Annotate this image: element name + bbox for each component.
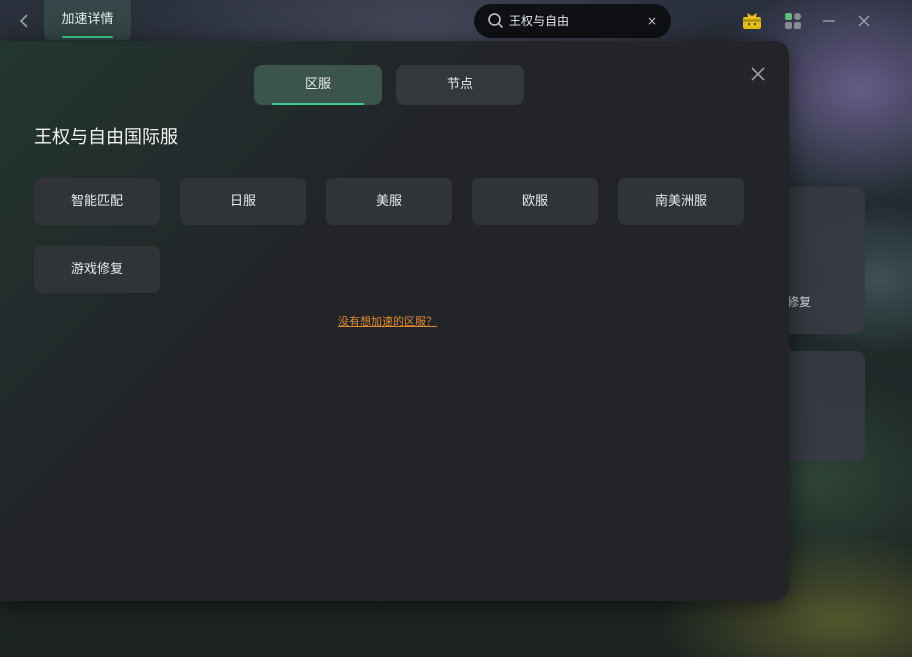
minimize-icon[interactable] (822, 14, 836, 28)
gift-icon[interactable] (741, 10, 763, 32)
server-select-modal: 区服 节点 王权与自由国际服 智能匹配 日服 美服 欧服 南美洲服 游戏修复 没… (0, 41, 789, 601)
search-clear-button[interactable]: × (647, 4, 657, 38)
tab-node-label: 节点 (446, 77, 473, 92)
tab-underline (62, 36, 113, 38)
region-button-eu[interactable]: 欧服 (472, 178, 598, 225)
tab-node[interactable]: 节点 (396, 65, 524, 105)
tab-region[interactable]: 区服 (254, 65, 382, 105)
background-card-text: 修复 (787, 295, 812, 309)
tab-accelerate-details[interactable]: 加速详情 (44, 0, 131, 40)
active-tab-indicator (272, 103, 364, 105)
search-input[interactable]: 王权与自由 (509, 4, 569, 38)
game-repair-button[interactable]: 游戏修复 (34, 246, 160, 293)
chevron-left-icon (19, 14, 28, 28)
region-button-smart[interactable]: 智能匹配 (34, 178, 160, 225)
missing-region-link[interactable]: 没有想加速的区服？ (338, 313, 437, 329)
close-icon[interactable] (749, 65, 767, 83)
search-icon (488, 13, 504, 29)
region-button-us[interactable]: 美服 (326, 178, 452, 225)
close-icon[interactable] (857, 14, 871, 28)
search-bar[interactable]: 王权与自由 × (474, 4, 671, 38)
back-button[interactable] (14, 10, 36, 32)
apps-icon[interactable] (784, 12, 802, 30)
region-button-jp[interactable]: 日服 (180, 178, 306, 225)
tab-region-label: 区服 (304, 77, 331, 92)
tab-label: 加速详情 (61, 12, 114, 27)
game-title: 王权与自由国际服 (34, 127, 178, 148)
region-button-sa[interactable]: 南美洲服 (618, 178, 744, 225)
